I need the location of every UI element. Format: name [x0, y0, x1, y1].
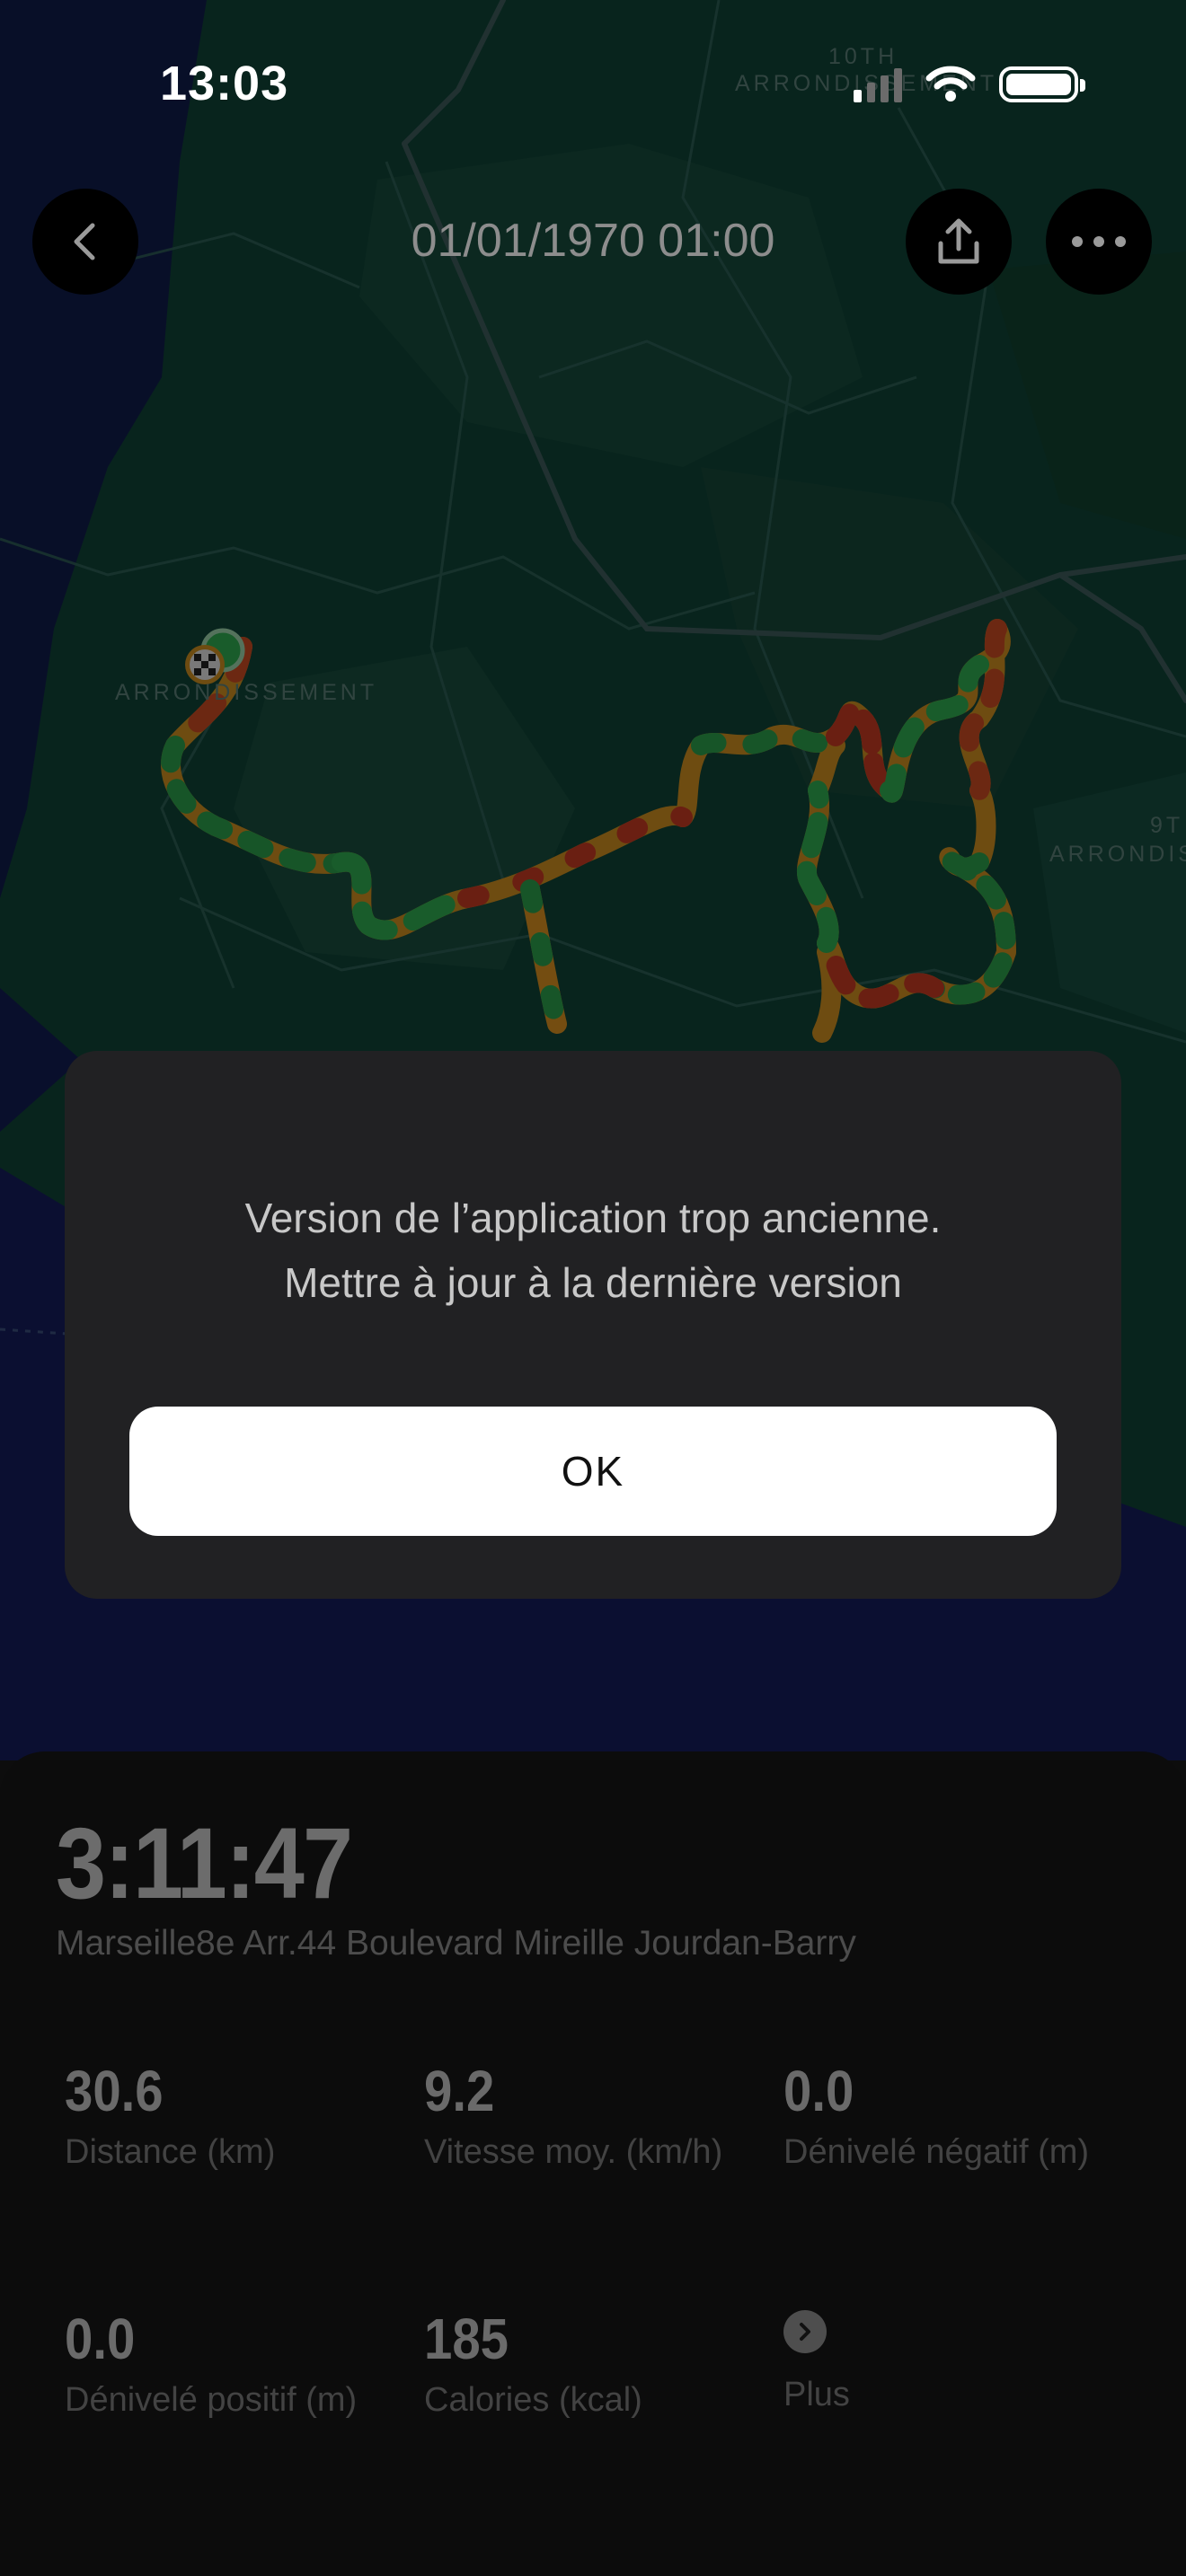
dialog-message-line-1: Version de l’application trop ancienne.	[244, 1195, 942, 1241]
more-icon	[1072, 236, 1126, 247]
stat-value: 30.6	[65, 2059, 164, 2123]
stat-label: Calories (kcal)	[424, 2381, 642, 2419]
more-options-button[interactable]	[1046, 189, 1152, 295]
wifi-icon	[925, 66, 976, 101]
more-stats-label: Plus	[783, 2376, 850, 2413]
update-required-dialog: Version de l’application trop ancienne. …	[65, 1051, 1121, 1599]
status-time: 13:03	[160, 57, 289, 110]
stat-value: 185	[424, 2307, 509, 2371]
stat-elevation-loss: 0.0 Dénivelé négatif (m)	[783, 2057, 1107, 2174]
stat-average-speed: 9.2 Vitesse moy. (km/h)	[424, 2057, 748, 2174]
activity-summary-sheet: 3:11:47 Marseille8e Arr.44 Boulevard Mir…	[0, 1751, 1186, 2576]
share-button[interactable]	[906, 189, 1012, 295]
battery-icon	[999, 66, 1085, 102]
stat-value: 9.2	[424, 2059, 495, 2123]
stat-label: Dénivelé négatif (m)	[783, 2133, 1090, 2171]
stat-label: Distance (km)	[65, 2133, 276, 2171]
activity-duration: 3:11:47	[56, 1807, 353, 1919]
cellular-signal-icon	[854, 66, 902, 102]
stat-label: Vitesse moy. (km/h)	[424, 2133, 723, 2171]
activity-location: Marseille8e Arr.44 Boulevard Mireille Jo…	[56, 1924, 856, 1963]
stat-distance: 30.6 Distance (km)	[65, 2057, 406, 2174]
stat-value: 0.0	[65, 2307, 136, 2371]
stat-label: Dénivelé positif (m)	[65, 2381, 358, 2419]
stat-elevation-gain: 0.0 Dénivelé positif (m)	[65, 2305, 406, 2422]
stat-value: 0.0	[783, 2059, 854, 2123]
dialog-message: Version de l’application trop ancienne. …	[65, 1186, 1121, 1315]
share-icon	[938, 218, 979, 264]
more-stats-button[interactable]: Plus	[783, 2310, 1125, 2416]
ok-button[interactable]: OK	[129, 1407, 1057, 1536]
status-icons	[854, 63, 1085, 106]
stat-calories: 185 Calories (kcal)	[424, 2305, 766, 2422]
chevron-right-icon	[783, 2310, 827, 2353]
dialog-message-line-2: Mettre à jour à la dernière version	[284, 1259, 902, 1306]
